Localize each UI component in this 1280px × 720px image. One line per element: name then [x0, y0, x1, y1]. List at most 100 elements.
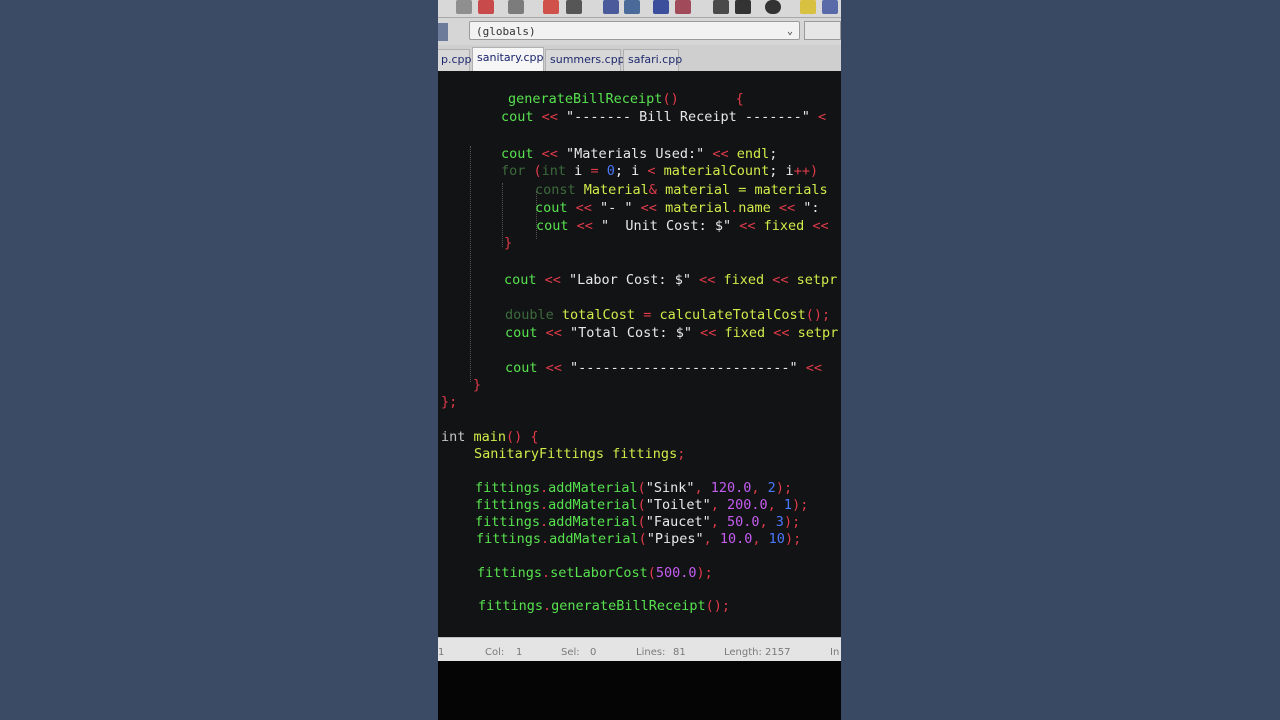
print-icon[interactable] [508, 0, 524, 14]
code-token: (); [805, 307, 831, 323]
code-line[interactable]: cout << "--------------------------" << [505, 360, 822, 377]
tab-sanitary-cpp[interactable]: sanitary.cpp [472, 47, 544, 71]
record-icon[interactable] [478, 0, 494, 14]
code-token: cout [505, 360, 538, 376]
chevron-down-icon[interactable]: ⌄ [787, 22, 793, 41]
redo-icon[interactable] [566, 0, 582, 14]
code-token: << [797, 360, 822, 376]
code-token: name [738, 200, 771, 216]
code-token: ; i [614, 163, 648, 179]
code-editor[interactable]: generateBillReceipt() {cout << "------- … [438, 71, 841, 637]
code-token: "- " [600, 200, 633, 216]
code-line[interactable]: SanitaryFittings fittings; [474, 446, 685, 463]
code-token: double [505, 307, 554, 323]
bookmark-icon[interactable] [653, 0, 669, 14]
scope-bar-marker [438, 23, 448, 41]
undo-icon[interactable] [543, 0, 559, 14]
code-token: ": [803, 200, 820, 216]
code-token: { [678, 91, 744, 107]
code-token: "Sink" [645, 480, 695, 496]
code-line[interactable]: }; [441, 394, 457, 411]
code-token: ( [525, 163, 542, 179]
scope-combo[interactable]: (globals) ⌄ [469, 21, 800, 40]
code-token: , [767, 497, 784, 513]
macro-icon[interactable] [713, 0, 729, 14]
window-icon[interactable] [822, 0, 838, 14]
code-line[interactable]: fittings.addMaterial("Sink", 120.0, 2); [475, 480, 792, 497]
code-line[interactable]: cout << " Unit Cost: $" << fixed << [536, 218, 829, 235]
code-token: "Materials Used:" [566, 146, 705, 162]
code-line[interactable]: cout << "- " << material.name << ": [535, 200, 820, 217]
code-token: i [566, 163, 591, 179]
find-icon[interactable] [603, 0, 619, 14]
code-token: cout [504, 272, 537, 288]
tool-icon[interactable] [735, 0, 751, 14]
code-token: generateBillReceipt [508, 91, 663, 107]
code-line[interactable]: const Material& material = materials [535, 182, 828, 199]
code-token: ( [647, 565, 656, 581]
tab-p-cpp[interactable]: p.cpp [438, 49, 472, 71]
code-token: . [543, 598, 552, 614]
status-bar: 1 Col: 1 Sel: 0 Lines: 81 Length: 2157 I… [438, 637, 841, 662]
code-token: << [690, 272, 724, 288]
code-token: SanitaryFittings fittings [474, 446, 678, 462]
code-line[interactable]: double totalCost = calculateTotalCost(); [505, 307, 830, 324]
code-token: 0 [606, 163, 615, 179]
code-token: fittings [476, 531, 542, 547]
code-token: 500.0 [655, 565, 697, 581]
code-line[interactable]: fittings.addMaterial("Toilet", 200.0, 1)… [475, 497, 808, 514]
code-token: . [540, 480, 549, 496]
blurred-background-left [0, 0, 438, 720]
code-line[interactable]: int main() { [441, 429, 539, 446]
code-token: << [691, 325, 725, 341]
code-token: << [568, 218, 602, 234]
code-token: . [541, 531, 550, 547]
bookmark-list-icon[interactable] [675, 0, 691, 14]
code-line[interactable]: } [504, 235, 512, 252]
bottom-bezel [438, 661, 841, 720]
palette-icon[interactable] [800, 0, 816, 14]
code-token: 1 [783, 497, 793, 513]
code-token: int [441, 429, 466, 445]
code-token: ( [637, 497, 646, 513]
code-token: < [809, 109, 827, 125]
code-line[interactable]: cout << "Total Cost: $" << fixed << setp… [505, 325, 838, 342]
code-line[interactable]: generateBillReceipt() { [508, 91, 744, 108]
code-line[interactable]: cout << "------- Bill Receipt -------" < [501, 109, 826, 126]
code-token: "------- Bill Receipt -------" [566, 109, 810, 125]
code-token: } [473, 377, 482, 393]
tab-summers-cpp[interactable]: summers.cpp [545, 49, 625, 71]
code-token: << [537, 325, 571, 341]
tab-safari-cpp[interactable]: safari.cpp [623, 49, 682, 71]
code-token: ); [784, 531, 802, 547]
code-line[interactable]: fittings.generateBillReceipt(); [478, 598, 730, 615]
code-token: fittings [477, 565, 543, 581]
code-token: generateBillReceipt [551, 598, 706, 614]
code-line[interactable]: fittings.addMaterial("Faucet", 50.0, 3); [475, 514, 800, 531]
code-token: }; [441, 394, 458, 410]
code-token: << [536, 272, 570, 288]
code-token: setpr [797, 325, 839, 341]
stop-icon[interactable] [765, 0, 781, 14]
save-icon[interactable] [456, 0, 472, 14]
toolbar [438, 0, 841, 18]
code-token: calculateTotalCost [659, 307, 806, 323]
code-token: fittings [475, 480, 541, 496]
code-token: , [751, 480, 768, 496]
scope-combo-secondary[interactable] [804, 21, 841, 40]
find-replace-icon[interactable] [624, 0, 640, 14]
code-token: , [694, 480, 711, 496]
code-token: " Unit Cost: $" [601, 218, 732, 234]
code-token: . [540, 497, 549, 513]
code-line[interactable]: } [473, 377, 481, 394]
code-token: 10.0 [719, 531, 753, 547]
code-line[interactable]: fittings.setLaborCost(500.0); [477, 565, 713, 582]
code-line[interactable]: for (int i = 0; i < materialCount; i++) [501, 163, 818, 180]
code-line[interactable]: cout << "Materials Used:" << endl; [501, 146, 777, 163]
code-line[interactable]: fittings.addMaterial("Pipes", 10.0, 10); [476, 531, 801, 548]
code-token: , [710, 514, 728, 530]
code-token: ++) [793, 163, 819, 179]
code-line[interactable]: cout << "Labor Cost: $" << fixed << setp… [504, 272, 837, 289]
code-token: = [590, 163, 607, 179]
code-token: "Faucet" [645, 514, 711, 530]
